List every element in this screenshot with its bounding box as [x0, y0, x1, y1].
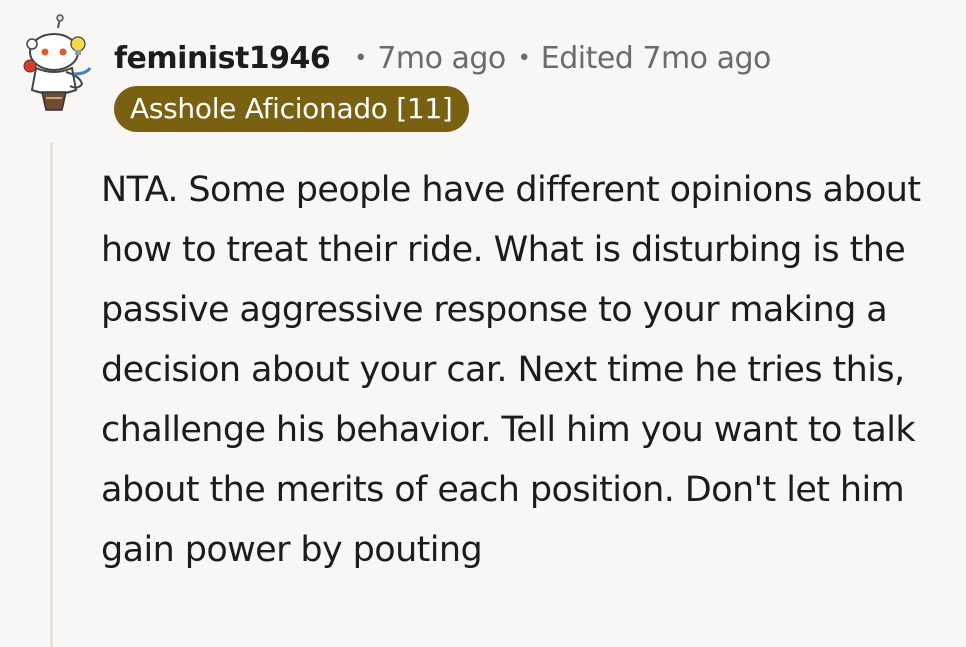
- user-avatar-icon[interactable]: [20, 14, 96, 114]
- separator-dot: •: [517, 45, 531, 71]
- comment-header: feminist1946 • 7mo ago • Edited 7mo ago: [114, 36, 771, 80]
- thread-line[interactable]: [50, 143, 53, 647]
- separator-dot: •: [354, 45, 368, 71]
- user-flair-badge: Asshole Aficionado [11]: [114, 86, 469, 132]
- timestamp[interactable]: 7mo ago: [377, 41, 506, 76]
- username[interactable]: feminist1946: [114, 41, 331, 76]
- comment-body: NTA. Some people have different opinions…: [101, 170, 921, 570]
- comment: feminist1946 • 7mo ago • Edited 7mo ago …: [0, 0, 966, 647]
- edited-label: Edited 7mo ago: [540, 40, 772, 76]
